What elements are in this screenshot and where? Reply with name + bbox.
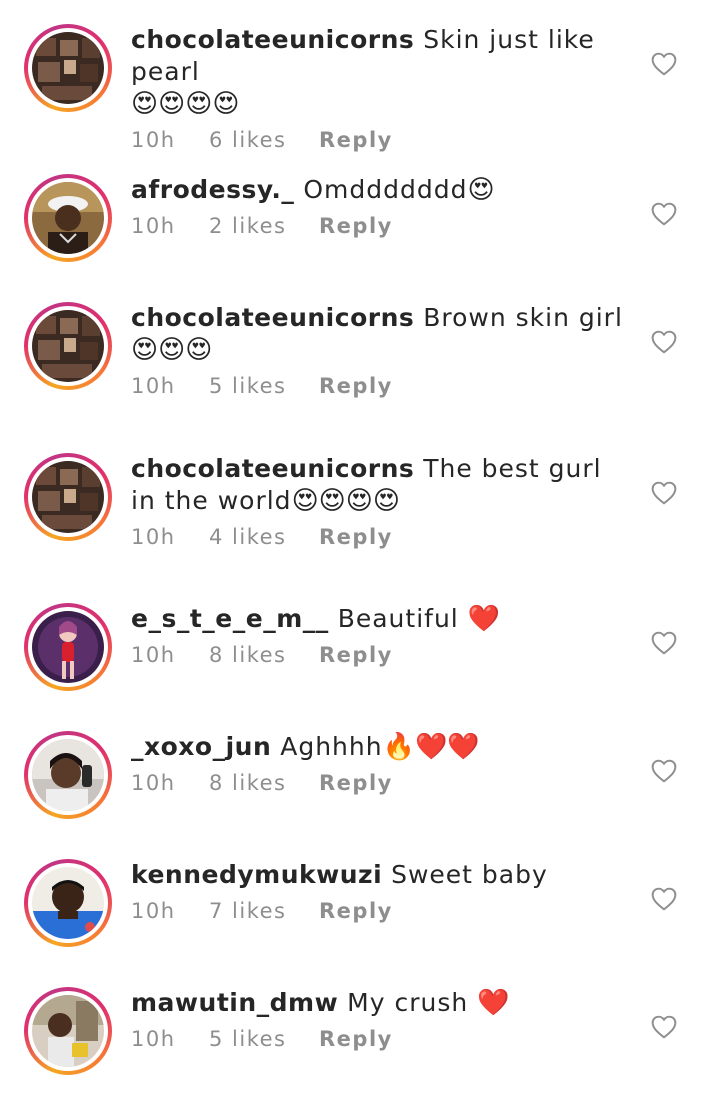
reply-button[interactable]: Reply [319, 128, 393, 152]
comment-item: mawutin_dmw My crush ❤️ 10h 5 likes Repl… [0, 987, 720, 1077]
comment-likes[interactable]: 7 likes [209, 899, 319, 923]
avatar-image [32, 995, 104, 1067]
comment-meta: 10h 5 likes Reply [131, 374, 631, 398]
avatar-image [32, 182, 104, 254]
comment-item: _xoxo_jun Aghhhh🔥❤️❤️ 10h 8 likes Reply [0, 731, 720, 821]
comment-meta: 10h 5 likes Reply [131, 1027, 631, 1051]
comment-time: 10h [131, 128, 176, 152]
comment-username[interactable]: chocolateeunicorns [131, 25, 414, 54]
comment-username[interactable]: chocolateeunicorns [131, 454, 414, 483]
comment-text: Brown skin girl [423, 303, 623, 332]
avatar[interactable] [24, 603, 112, 691]
comment-meta: 10h 8 likes Reply [131, 771, 631, 795]
comment-likes[interactable]: 6 likes [209, 128, 319, 152]
heart-outline-icon[interactable] [651, 1015, 677, 1039]
heart-outline-icon[interactable] [651, 330, 677, 354]
comment-meta: 10h 2 likes Reply [131, 214, 631, 238]
comment-emoji: ❤️ [477, 988, 510, 1018]
avatar-image [32, 867, 104, 939]
comment-time: 10h [131, 525, 176, 549]
comment-item: afrodessy._ Omddddddd😍 10h 2 likes Reply [0, 174, 720, 264]
comment-emoji: 😍😍😍😍 [131, 89, 240, 119]
comment-username[interactable]: kennedymukwuzi [131, 860, 382, 889]
heart-outline-icon[interactable] [651, 52, 677, 76]
avatar[interactable] [24, 24, 112, 112]
avatar[interactable] [24, 987, 112, 1075]
comment-username[interactable]: afrodessy._ [131, 175, 294, 204]
comment-text: Beautiful [337, 604, 459, 633]
heart-outline-icon[interactable] [651, 887, 677, 911]
comment-item: kennedymukwuzi Sweet baby 10h 7 likes Re… [0, 859, 720, 949]
comment-username[interactable]: e_s_t_e_e_m__ [131, 604, 329, 633]
avatar-image [32, 739, 104, 811]
comment-emoji: ❤️ [467, 604, 501, 634]
heart-outline-icon[interactable] [651, 631, 677, 655]
comment-emoji: 🔥❤️❤️ [382, 732, 480, 762]
comment-likes[interactable]: 8 likes [209, 643, 319, 667]
comment-meta: 10h 7 likes Reply [131, 899, 631, 923]
avatar[interactable] [24, 302, 112, 390]
avatar-image [32, 461, 104, 533]
comment-likes[interactable]: 5 likes [209, 1027, 319, 1051]
heart-outline-icon[interactable] [651, 759, 677, 783]
comment-time: 10h [131, 214, 176, 238]
reply-button[interactable]: Reply [319, 899, 393, 923]
reply-button[interactable]: Reply [319, 1027, 393, 1051]
comment-emoji: 😍😍😍😍 [291, 486, 400, 516]
comment-text: Sweet baby [391, 860, 548, 889]
comment-text: Omddddddd [303, 175, 468, 204]
comment-likes[interactable]: 5 likes [209, 374, 319, 398]
comment-emoji: 😍😍😍 [131, 335, 213, 365]
comment-likes[interactable]: 2 likes [209, 214, 319, 238]
comment-username[interactable]: _xoxo_jun [131, 732, 271, 761]
avatar-image [32, 611, 104, 683]
avatar[interactable] [24, 453, 112, 541]
comment-emoji: 😍 [467, 175, 495, 205]
heart-outline-icon[interactable] [651, 202, 677, 226]
comment-time: 10h [131, 374, 176, 398]
avatar-image [32, 32, 104, 104]
comment-text: Aghhhh [280, 732, 383, 761]
comment-username[interactable]: mawutin_dmw [131, 988, 338, 1017]
comment-likes[interactable]: 4 likes [209, 525, 319, 549]
comment-meta: 10h 6 likes Reply [131, 128, 631, 152]
comment-username[interactable]: chocolateeunicorns [131, 303, 414, 332]
comment-time: 10h [131, 643, 176, 667]
comment-text: My crush [347, 988, 469, 1017]
comment-time: 10h [131, 1027, 176, 1051]
comment-item: e_s_t_e_e_m__ Beautiful ❤️ 10h 8 likes R… [0, 603, 720, 693]
reply-button[interactable]: Reply [319, 771, 393, 795]
avatar[interactable] [24, 731, 112, 819]
comment-likes[interactable]: 8 likes [209, 771, 319, 795]
reply-button[interactable]: Reply [319, 525, 393, 549]
reply-button[interactable]: Reply [319, 643, 393, 667]
reply-button[interactable]: Reply [319, 214, 393, 238]
comment-meta: 10h 8 likes Reply [131, 643, 631, 667]
avatar[interactable] [24, 859, 112, 947]
comment-time: 10h [131, 771, 176, 795]
comment-time: 10h [131, 899, 176, 923]
reply-button[interactable]: Reply [319, 374, 393, 398]
avatar-image [32, 310, 104, 382]
comment-item: chocolateeunicorns The best gurl in the … [0, 453, 720, 563]
avatar[interactable] [24, 174, 112, 262]
comment-meta: 10h 4 likes Reply [131, 525, 631, 549]
heart-outline-icon[interactable] [651, 481, 677, 505]
comment-item: chocolateeunicorns Brown skin girl 😍😍😍 1… [0, 302, 720, 412]
comment-item: chocolateeunicorns Skin just like pearl 😍… [0, 24, 720, 152]
